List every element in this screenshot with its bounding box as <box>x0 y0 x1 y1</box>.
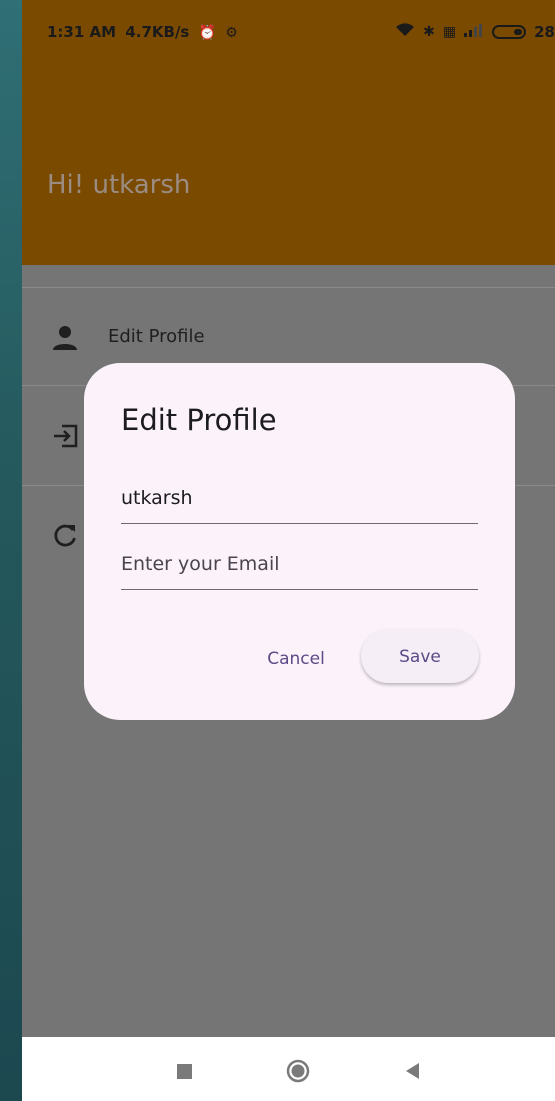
battery-icon <box>492 25 527 39</box>
battery-level: 28 <box>534 23 555 41</box>
email-field[interactable] <box>121 540 478 590</box>
home-icon[interactable] <box>286 1059 310 1083</box>
recent-apps-icon[interactable] <box>177 1064 192 1079</box>
name-field[interactable] <box>121 474 478 524</box>
signal-icon <box>464 23 484 41</box>
status-bar: 1:31 AM 4.7KB/s ⏰ ⚙ ✱ ▦ 28 <box>22 0 555 60</box>
bluetooth-icon: ✱ <box>423 24 435 40</box>
drawer-header: 1:31 AM 4.7KB/s ⏰ ⚙ ✱ ▦ 28 Hi! utkarsh <box>22 0 555 265</box>
status-icons: ✱ ▦ 28 <box>395 23 555 41</box>
settings-gear-icon: ⚙ <box>225 25 238 41</box>
person-icon <box>50 323 80 353</box>
status-time: 1:31 AM 4.7KB/s ⏰ ⚙ <box>47 23 238 41</box>
menu-divider <box>22 287 555 288</box>
save-button[interactable]: Save <box>361 629 479 683</box>
app-screen: 1:31 AM 4.7KB/s ⏰ ⚙ ✱ ▦ 28 Hi! utkarsh E… <box>22 0 555 1101</box>
email-field-underline <box>121 589 478 590</box>
name-field-underline <box>121 523 478 524</box>
wifi-icon <box>395 23 415 41</box>
name-input[interactable] <box>121 474 478 522</box>
refresh-icon <box>50 521 80 551</box>
back-icon[interactable] <box>403 1061 421 1081</box>
email-input[interactable] <box>121 540 478 588</box>
system-navigation-bar <box>22 1037 555 1101</box>
greeting-text: Hi! utkarsh <box>47 170 191 200</box>
alarm-icon: ⏰ <box>198 25 217 41</box>
cancel-button[interactable]: Cancel <box>254 638 338 678</box>
edit-profile-dialog: Edit Profile Cancel Save <box>84 363 515 720</box>
dialog-title: Edit Profile <box>121 403 277 437</box>
sim-icon: ▦ <box>442 24 457 40</box>
logout-icon <box>50 421 80 451</box>
clock-text: 1:31 AM <box>47 23 117 41</box>
network-speed: 4.7KB/s <box>125 23 190 41</box>
menu-item-label: Edit Profile <box>108 326 205 347</box>
